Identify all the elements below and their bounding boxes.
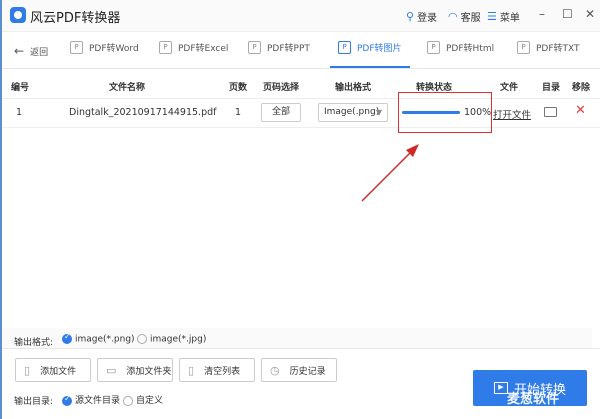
- header-index: 编号: [10, 83, 30, 93]
- pdf-icon: P: [517, 41, 530, 54]
- clock-icon: ◷: [270, 363, 280, 377]
- header-page-select: 页码选择: [262, 83, 300, 93]
- row-filename: Dingtalk_20210917144915.pdf: [69, 107, 217, 118]
- format-label: 输出格式:: [14, 338, 54, 348]
- dir-source-radio[interactable]: 源文件目录: [62, 393, 120, 406]
- highlight-box: [398, 92, 492, 133]
- login-label: 登录: [417, 13, 438, 24]
- header-remove: 移除: [571, 83, 591, 93]
- maximize-button[interactable]: ☐: [562, 7, 573, 21]
- header-pages: 页数: [228, 83, 248, 93]
- user-icon: ⚲: [406, 10, 415, 23]
- pdf-icon: P: [248, 41, 261, 54]
- tab-label: PDF转PPT: [267, 44, 310, 54]
- add-file-button[interactable]: ▯ 添加文件: [15, 358, 91, 382]
- minimize-button[interactable]: –: [539, 7, 545, 21]
- tab-label: PDF转Excel: [178, 44, 229, 54]
- header-file: 文件: [499, 83, 519, 93]
- pdf-icon: P: [338, 41, 351, 54]
- history-button[interactable]: ◷ 历史记录: [261, 358, 337, 382]
- divider: [2, 127, 600, 128]
- folder-icon: ▭: [106, 363, 117, 377]
- format-select[interactable]: Image(.png) ▼: [318, 103, 388, 122]
- radio-icon: [123, 395, 133, 406]
- tab-label: PDF转图片: [357, 44, 402, 54]
- tab-pdf-txt[interactable]: P PDF转TXT: [517, 41, 580, 54]
- button-label: 添加文件夹: [126, 366, 172, 377]
- folder-icon[interactable]: [544, 107, 557, 117]
- format-png-radio[interactable]: image(*.png): [62, 332, 135, 345]
- page-select-button[interactable]: 全部: [261, 103, 301, 122]
- tab-label: PDF转Html: [446, 44, 495, 54]
- radio-label: 源文件目录: [75, 396, 121, 406]
- annotation-arrow-icon: [361, 144, 419, 202]
- add-folder-button[interactable]: ▭ 添加文件夹: [97, 358, 173, 382]
- tab-label: PDF转Word: [89, 44, 139, 54]
- header-dir: 目录: [541, 83, 561, 93]
- pdf-icon: P: [427, 41, 440, 54]
- header-format: 输出格式: [334, 83, 372, 93]
- menu-icon: ☰: [487, 10, 497, 23]
- header-filename: 文件名称: [108, 83, 146, 93]
- dir-custom-radio[interactable]: 自定义: [123, 393, 163, 406]
- headset-icon: ◠: [448, 10, 458, 23]
- service-label: 客服: [460, 13, 481, 24]
- trash-icon: ▯: [188, 363, 195, 377]
- button-label: 添加文件: [40, 366, 77, 377]
- open-file-link[interactable]: 打开文件: [493, 107, 531, 121]
- tab-pdf-word[interactable]: P PDF转Word: [70, 41, 139, 54]
- radio-label: image(*.png): [75, 334, 135, 345]
- format-jpg-radio[interactable]: image(*.jpg): [137, 334, 206, 345]
- row-index: 1: [16, 107, 23, 118]
- menu-label: 菜单: [499, 13, 520, 24]
- arrow-left-icon: ←: [14, 44, 25, 58]
- tab-pdf-html[interactable]: P PDF转Html: [427, 41, 494, 54]
- close-button[interactable]: ✕: [585, 7, 595, 21]
- tab-pdf-ppt[interactable]: P PDF转PPT: [248, 41, 310, 54]
- app-title: 风云PDF转换器: [30, 11, 121, 26]
- clear-list-button[interactable]: ▯ 清空列表: [179, 358, 255, 382]
- button-label: 清空列表: [204, 366, 241, 377]
- tab-pdf-excel[interactable]: P PDF转Excel: [159, 41, 228, 54]
- remove-icon[interactable]: ✕: [575, 103, 586, 118]
- back-label: 返回: [30, 47, 49, 58]
- play-icon: ▶: [493, 382, 508, 394]
- radio-icon: [137, 334, 147, 344]
- watermark: 麦葱软件: [507, 392, 560, 407]
- radio-label: image(*.jpg): [150, 334, 207, 345]
- divider: [2, 98, 600, 99]
- radio-checked-icon: [62, 394, 72, 406]
- app-logo-icon: [10, 7, 26, 23]
- format-value: Image(.png): [324, 107, 380, 117]
- pdf-icon: P: [159, 41, 172, 54]
- radio-label: 自定义: [136, 396, 164, 406]
- back-button[interactable]: ← 返回: [14, 44, 48, 58]
- row-pages: 1: [235, 107, 242, 118]
- divider: [2, 348, 600, 349]
- dir-label: 输出目录:: [14, 397, 54, 407]
- active-tab-indicator: [330, 66, 410, 68]
- file-icon: ▯: [24, 363, 31, 377]
- pdf-icon: P: [70, 41, 83, 54]
- login-button[interactable]: ⚲ 登录: [406, 9, 437, 24]
- tab-label: PDF转TXT: [536, 44, 580, 54]
- tab-pdf-image[interactable]: P PDF转图片: [338, 41, 402, 54]
- button-label: 历史记录: [289, 366, 326, 377]
- menu-button[interactable]: ☰ 菜单: [487, 9, 520, 24]
- chevron-down-icon: ▼: [375, 108, 382, 117]
- radio-checked-icon: [62, 332, 72, 344]
- service-button[interactable]: ◠ 客服: [448, 9, 481, 24]
